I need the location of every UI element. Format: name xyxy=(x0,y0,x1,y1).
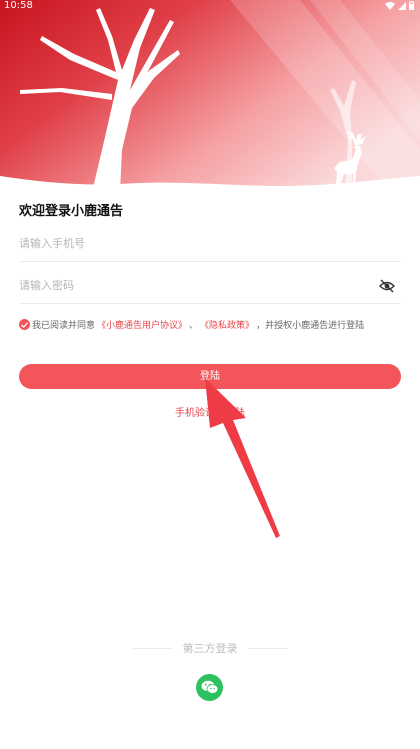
phone-field-wrapper xyxy=(19,226,401,262)
user-agreement-link[interactable]: 《小鹿通告用户协议》 xyxy=(97,318,187,331)
wechat-icon xyxy=(201,680,218,694)
hero-illustration xyxy=(0,0,420,192)
third-party-title: 第三方登录 xyxy=(182,642,238,655)
privacy-policy-link[interactable]: 《隐私政策》 xyxy=(200,318,254,331)
agreement-separator: 、 xyxy=(189,321,199,331)
divider-right xyxy=(247,647,288,649)
welcome-title: 欢迎登录小鹿通告 xyxy=(19,204,124,219)
phone-input[interactable] xyxy=(19,226,401,261)
battery-icon xyxy=(409,1,414,10)
status-icons xyxy=(385,1,414,10)
eye-off-icon[interactable] xyxy=(379,278,395,297)
third-party-section: 第三方登录 xyxy=(0,640,420,656)
agreement-checkbox[interactable] xyxy=(19,319,30,330)
status-bar: 10:58 xyxy=(0,0,420,14)
wifi-icon xyxy=(385,1,395,10)
sms-login-link[interactable]: 手机验证码登陆 xyxy=(0,404,420,419)
login-button[interactable]: 登陆 xyxy=(19,364,401,389)
agreement-prefix: 我已阅读并同意 xyxy=(32,321,96,331)
wechat-login-button[interactable] xyxy=(196,674,223,701)
signal-icon xyxy=(398,1,406,10)
divider-left xyxy=(132,647,173,649)
agreement-suffix: ，并授权小鹿通告进行登陆 xyxy=(256,321,365,331)
check-icon xyxy=(21,321,28,328)
password-field-wrapper xyxy=(19,268,401,304)
hero-banner xyxy=(0,0,420,192)
agreement-row: 我已阅读并同意 《小鹿通告用户协议》 、 《隐私政策》 ，并授权小鹿通告进行登陆 xyxy=(19,318,409,331)
password-input[interactable] xyxy=(19,268,401,303)
status-time: 10:58 xyxy=(4,0,33,11)
